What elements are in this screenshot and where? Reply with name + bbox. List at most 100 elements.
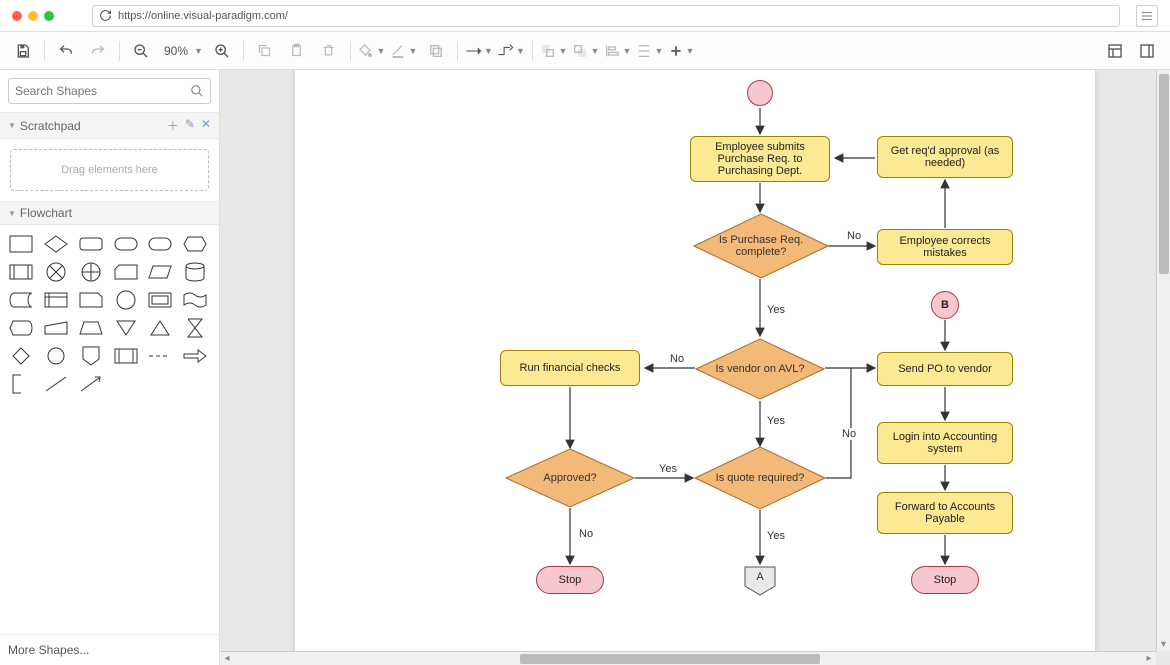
waypoint-button[interactable]: ▼ [496, 36, 526, 66]
node-is-vendor-avl[interactable]: Is vendor on AVL? [695, 338, 825, 400]
shape-cylinder[interactable] [182, 261, 208, 283]
url-input[interactable] [118, 10, 1113, 22]
shape-tape[interactable] [182, 289, 208, 311]
shape-rounded-rect[interactable] [78, 233, 104, 255]
shape-annotation[interactable] [8, 373, 34, 395]
zoom-level[interactable]: 90% ▼ [158, 36, 205, 66]
sidebar: ▼ Scratchpad ＋ ✎ ✕ Drag elements here ▼ … [0, 70, 220, 665]
distribute-button[interactable]: ▼ [635, 36, 665, 66]
shape-rectangle[interactable] [8, 233, 34, 255]
shape-capsule[interactable] [147, 233, 173, 255]
zoom-in-button[interactable] [207, 36, 237, 66]
hamburger-menu[interactable] [1136, 5, 1158, 27]
search-shapes[interactable] [8, 78, 211, 104]
shape-double-rect[interactable] [147, 289, 173, 311]
search-input[interactable] [15, 84, 190, 98]
node-approved[interactable]: Approved? [505, 448, 635, 508]
shape-arrow[interactable] [182, 345, 208, 367]
shape-parallelogram[interactable] [147, 261, 173, 283]
close-window[interactable] [12, 11, 22, 21]
shape-dashes[interactable] [147, 345, 173, 367]
node-is-req-complete[interactable]: Is Purchase Req. complete? [693, 213, 829, 279]
shape-circle-x[interactable] [43, 261, 69, 283]
more-shapes-link[interactable]: More Shapes... [0, 634, 219, 665]
scratchpad-close-icon[interactable]: ✕ [201, 117, 211, 134]
paste-button[interactable] [282, 36, 312, 66]
reload-icon[interactable] [99, 9, 112, 22]
scroll-down-icon[interactable]: ▾ [1157, 637, 1170, 651]
vscroll-thumb[interactable] [1159, 74, 1169, 274]
scroll-left-icon[interactable]: ◂ [220, 652, 234, 665]
shape-hourglass[interactable] [182, 317, 208, 339]
minimize-window[interactable] [28, 11, 38, 21]
undo-button[interactable] [51, 36, 81, 66]
shape-circle-plus[interactable] [78, 261, 104, 283]
scratchpad-add-icon[interactable]: ＋ [167, 117, 179, 134]
shape-circle2[interactable] [113, 289, 139, 311]
shape-card[interactable] [113, 261, 139, 283]
search-row [0, 70, 219, 112]
chevron-down-icon: ▼ [558, 46, 567, 56]
vertical-scrollbar[interactable]: ▴ ▾ [1156, 70, 1170, 651]
horizontal-scrollbar[interactable]: ◂ ▸ [220, 651, 1156, 665]
flowchart-panel-header[interactable]: ▼ Flowchart [0, 201, 219, 225]
shape-predef[interactable] [8, 261, 34, 283]
node-connector-a[interactable]: A [744, 566, 776, 596]
shape-triangle-down[interactable] [113, 317, 139, 339]
shape-trapezoid[interactable] [78, 317, 104, 339]
delete-button[interactable] [314, 36, 344, 66]
node-quote-required[interactable]: Is quote required? [694, 446, 826, 510]
shape-line[interactable] [43, 373, 69, 395]
connection-button[interactable]: ▼ [464, 36, 494, 66]
node-send-po[interactable]: Send PO to vendor [877, 352, 1013, 386]
scratchpad-edit-icon[interactable]: ✎ [185, 117, 195, 134]
flowchart-title: Flowchart [20, 206, 72, 220]
shape-offpage[interactable] [78, 345, 104, 367]
node-employee-corrects[interactable]: Employee corrects mistakes [877, 229, 1013, 265]
layout-right-button[interactable] [1132, 36, 1162, 66]
shape-delay[interactable] [113, 345, 139, 367]
line-color-button[interactable]: ▼ [389, 36, 419, 66]
fill-color-button[interactable]: ▼ [357, 36, 387, 66]
shape-internal-storage[interactable] [43, 289, 69, 311]
align-button[interactable]: ▼ [603, 36, 633, 66]
zoom-out-button[interactable] [126, 36, 156, 66]
url-bar[interactable] [92, 5, 1120, 27]
to-back-button[interactable]: ▼ [571, 36, 601, 66]
shape-diamond[interactable] [43, 233, 69, 255]
add-button[interactable]: ▼ [667, 36, 697, 66]
save-button[interactable] [8, 36, 38, 66]
canvas[interactable]: Employee submits Purchase Req. to Purcha… [220, 70, 1170, 665]
node-stop-1[interactable]: Stop [536, 566, 604, 594]
shape-tape-rect[interactable] [78, 289, 104, 311]
node-start[interactable] [747, 80, 773, 106]
node-run-financial-checks[interactable]: Run financial checks [500, 350, 640, 386]
copy-button[interactable] [250, 36, 280, 66]
shape-terminator[interactable] [113, 233, 139, 255]
diagram-paper[interactable]: Employee submits Purchase Req. to Purcha… [295, 70, 1095, 665]
shape-stored-data[interactable] [8, 289, 34, 311]
shape-display[interactable] [8, 317, 34, 339]
node-forward-ap[interactable]: Forward to Accounts Payable [877, 492, 1013, 534]
shape-manual-input[interactable] [43, 317, 69, 339]
node-stop-2[interactable]: Stop [911, 566, 979, 594]
maximize-window[interactable] [44, 11, 54, 21]
scroll-right-icon[interactable]: ▸ [1142, 652, 1156, 665]
hscroll-thumb[interactable] [520, 654, 820, 664]
shape-arrow-line[interactable] [78, 373, 104, 395]
shape-connector-circle[interactable] [43, 345, 69, 367]
node-employee-submits[interactable]: Employee submits Purchase Req. to Purcha… [690, 136, 830, 182]
scratchpad-dropzone[interactable]: Drag elements here [10, 149, 209, 191]
edge-label-no: No [845, 230, 863, 242]
scratchpad-panel-header[interactable]: ▼ Scratchpad ＋ ✎ ✕ [0, 112, 219, 139]
shape-small-diamond[interactable] [8, 345, 34, 367]
shape-triangle-up[interactable] [147, 317, 173, 339]
node-get-approval[interactable]: Get req'd approval (as needed) [877, 136, 1013, 178]
to-front-button[interactable]: ▼ [539, 36, 569, 66]
shadow-button[interactable] [421, 36, 451, 66]
redo-button[interactable] [83, 36, 113, 66]
node-connector-b[interactable]: B [931, 291, 959, 319]
shape-hexagon[interactable] [182, 233, 208, 255]
layout-left-button[interactable] [1100, 36, 1130, 66]
node-login-accounting[interactable]: Login into Accounting system [877, 422, 1013, 464]
